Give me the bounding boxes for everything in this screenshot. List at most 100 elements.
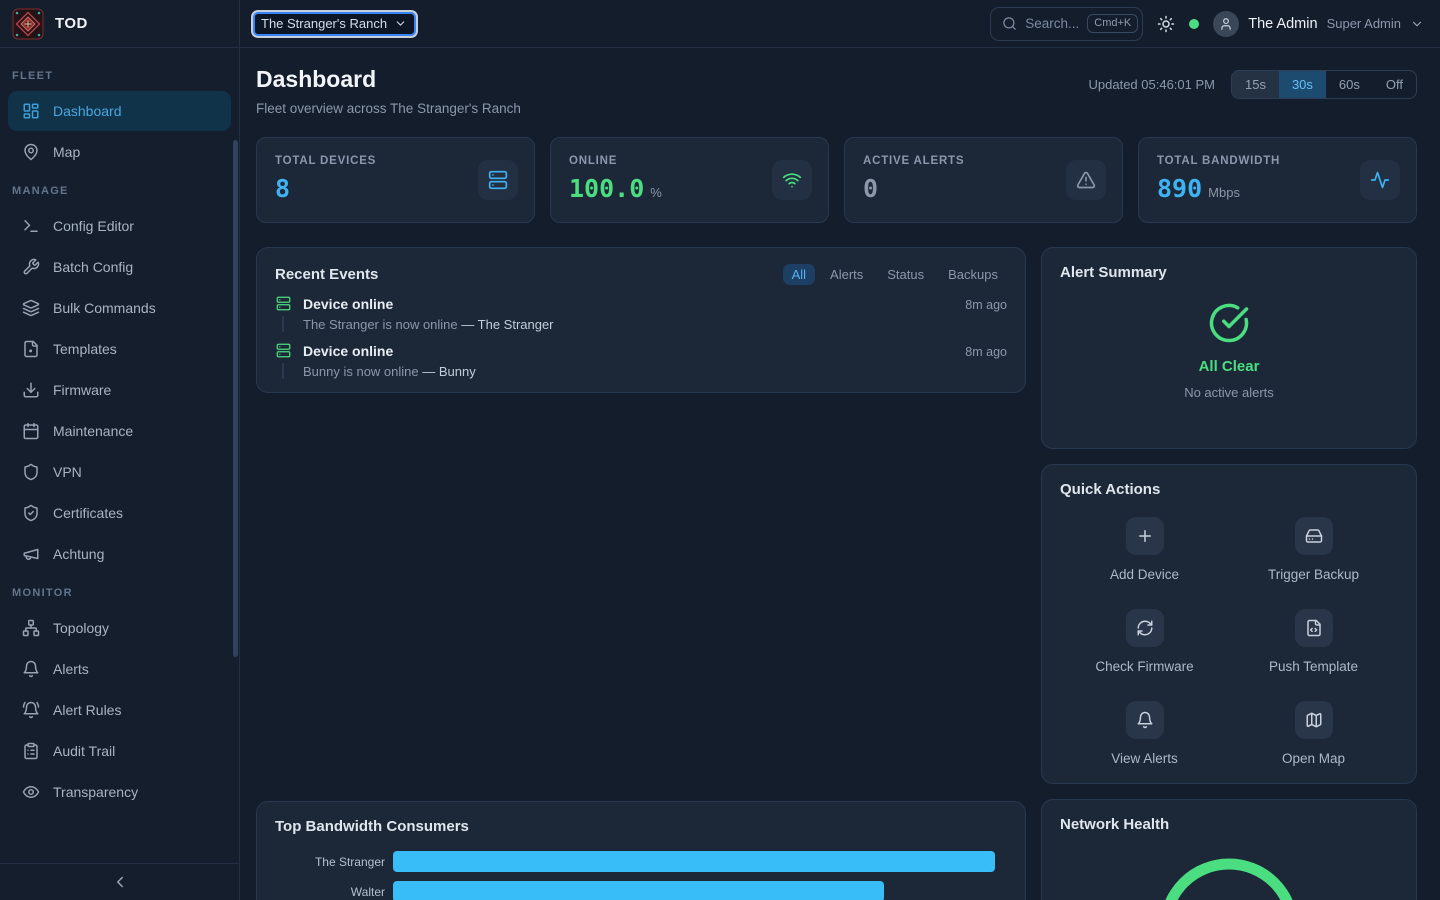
alert-triangle-icon — [1076, 170, 1096, 190]
sidebar-item-firmware[interactable]: Firmware — [8, 370, 231, 410]
quick-action-check-firmware[interactable]: Check Firmware — [1060, 609, 1229, 674]
sidebar-item-topology[interactable]: Topology — [8, 608, 231, 648]
sun-icon — [1157, 15, 1175, 33]
stat-value: 100.0 — [569, 174, 644, 203]
sidebar-item-certificates[interactable]: Certificates — [8, 493, 231, 533]
bandwidth-bar — [393, 881, 884, 900]
sidebar-collapse-button[interactable] — [0, 863, 239, 900]
search-placeholder: Search... — [1025, 16, 1079, 31]
eye-icon — [22, 783, 40, 801]
filter-backups[interactable]: Backups — [939, 264, 1007, 285]
status-dot — [1189, 19, 1199, 29]
sidebar-item-label: Config Editor — [53, 218, 134, 234]
stats-row: TOTAL DEVICES8ONLINE100.0%ACTIVE ALERTS0… — [256, 137, 1417, 223]
tod-diamond-logo-icon — [12, 8, 44, 40]
event-time: 8m ago — [965, 345, 1007, 359]
quick-action-label: View Alerts — [1111, 751, 1178, 766]
search-box[interactable]: Search... Cmd+K — [990, 7, 1143, 41]
sidebar-item-map[interactable]: Map — [8, 132, 231, 172]
network-health-title: Network Health — [1060, 816, 1398, 833]
sidebar-item-achtung[interactable]: Achtung — [8, 534, 231, 574]
stat-value: 890 — [1157, 174, 1202, 203]
refresh-option-15s[interactable]: 15s — [1232, 71, 1279, 98]
refresh-option-off[interactable]: Off — [1373, 71, 1416, 98]
chevron-down-icon — [1410, 17, 1424, 31]
hard-drive-icon — [1305, 527, 1323, 545]
sidebar-item-label: Batch Config — [53, 259, 133, 275]
refresh-interval-control: 15s30s60sOff — [1231, 70, 1417, 99]
stat-value: 0 — [863, 174, 878, 203]
filter-all[interactable]: All — [783, 264, 815, 285]
sidebar-scrollbar[interactable] — [233, 140, 238, 657]
sidebar-item-alerts[interactable]: Alerts — [8, 649, 231, 689]
sidebar-item-maintenance[interactable]: Maintenance — [8, 411, 231, 451]
nav-section-label-manage: MANAGE — [8, 173, 231, 206]
bell-ring-icon — [22, 701, 40, 719]
sidebar-item-config-editor[interactable]: Config Editor — [8, 206, 231, 246]
quick-action-open-map[interactable]: Open Map — [1229, 701, 1398, 766]
ranch-selector[interactable]: The Stranger's Ranch — [253, 12, 416, 36]
quick-actions-panel: Quick Actions Add DeviceTrigger BackupCh… — [1041, 464, 1417, 784]
bandwidth-row: The Stranger — [275, 851, 1007, 872]
sidebar-item-label: Templates — [53, 341, 117, 357]
stat-card-total-bandwidth: TOTAL BANDWIDTH890Mbps — [1138, 137, 1417, 223]
sidebar-item-audit-trail[interactable]: Audit Trail — [8, 731, 231, 771]
network-health-gauge: 100 — [1060, 854, 1398, 900]
chevron-down-icon — [394, 17, 407, 30]
quick-action-view-alerts[interactable]: View Alerts — [1060, 701, 1229, 766]
stat-card-active-alerts: ACTIVE ALERTS0 — [844, 137, 1123, 223]
sidebar-item-bulk-commands[interactable]: Bulk Commands — [8, 288, 231, 328]
stat-unit: Mbps — [1208, 185, 1240, 200]
quick-action-push-template[interactable]: Push Template — [1229, 609, 1398, 674]
map-icon — [1305, 711, 1323, 729]
sidebar-item-batch-config[interactable]: Batch Config — [8, 247, 231, 287]
filter-status[interactable]: Status — [878, 264, 933, 285]
app-logo: TOD — [0, 0, 239, 48]
sidebar-item-transparency[interactable]: Transparency — [8, 772, 231, 812]
quick-action-trigger-backup[interactable]: Trigger Backup — [1229, 517, 1398, 582]
theme-toggle-button[interactable] — [1157, 15, 1175, 33]
quick-action-add-device[interactable]: Add Device — [1060, 517, 1229, 582]
refresh-option-30s[interactable]: 30s — [1279, 71, 1326, 98]
sidebar-item-vpn[interactable]: VPN — [8, 452, 231, 492]
event-row[interactable]: Device online8m agoBunny is now online —… — [275, 343, 1007, 379]
app-name: TOD — [55, 15, 88, 32]
megaphone-icon — [22, 545, 40, 563]
user-menu[interactable]: The Admin Super Admin — [1213, 11, 1424, 37]
stat-value: 8 — [275, 174, 290, 203]
file-icon — [22, 340, 40, 358]
bandwidth-title: Top Bandwidth Consumers — [275, 818, 1007, 835]
page-title: Dashboard — [256, 66, 521, 93]
sidebar-item-label: Firmware — [53, 382, 111, 398]
calendar-icon — [22, 422, 40, 440]
filter-alerts[interactable]: Alerts — [821, 264, 872, 285]
event-device: — Bunny — [422, 364, 475, 379]
sidebar-item-alert-rules[interactable]: Alert Rules — [8, 690, 231, 730]
event-list: Device online 8m ago The Stranger is now o… — [275, 296, 1007, 379]
bell-icon — [22, 660, 40, 678]
sidebar-item-dashboard[interactable]: Dashboard — [8, 91, 231, 131]
event-device: — The Stranger — [461, 317, 553, 332]
sidebar-item-label: Audit Trail — [53, 743, 115, 759]
dashboard-icon — [22, 102, 40, 120]
quick-action-label: Check Firmware — [1095, 659, 1193, 674]
event-timeline-line — [282, 316, 284, 332]
sidebar-item-label: Dashboard — [53, 103, 122, 119]
sidebar-item-templates[interactable]: Templates — [8, 329, 231, 369]
user-role: Super Admin — [1327, 16, 1401, 31]
recent-events-panel: Recent Events AllAlertsStatusBackups Dev… — [256, 247, 1026, 393]
quick-action-label: Open Map — [1282, 751, 1345, 766]
shield-icon — [22, 463, 40, 481]
event-description: The Stranger is now online — The Strange… — [303, 317, 1007, 332]
avatar — [1213, 11, 1239, 37]
refresh-option-60s[interactable]: 60s — [1326, 71, 1373, 98]
sidebar-nav: FLEETDashboardMapMANAGEConfig EditorBatc… — [0, 48, 239, 863]
event-filters: All Alerts Status Backups — [783, 264, 1007, 285]
event-row[interactable]: Device online 8m ago The Stranger is now o… — [275, 296, 1007, 332]
event-timeline-line — [282, 363, 284, 379]
activity-icon — [1370, 170, 1390, 190]
event-time: 8m ago — [965, 298, 1007, 312]
alert-status: All Clear — [1199, 358, 1260, 375]
sidebar-item-label: Certificates — [53, 505, 123, 521]
event-title: Device online — [303, 296, 393, 312]
